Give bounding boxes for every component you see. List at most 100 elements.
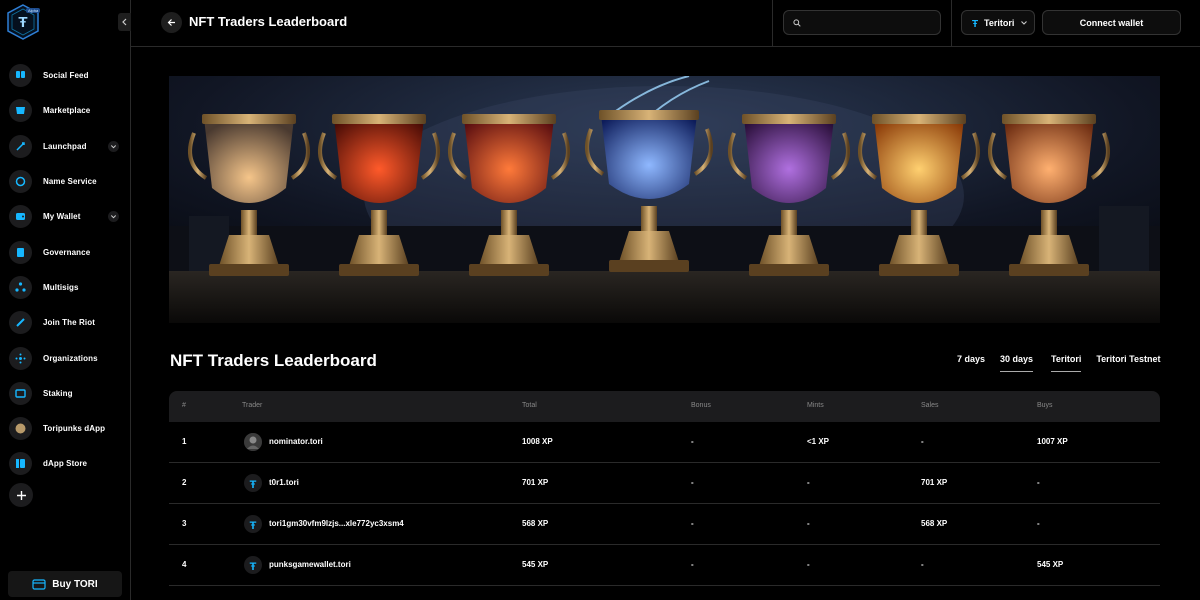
tab-teritori[interactable]: Teritori <box>1051 354 1082 372</box>
cell-buys: - <box>1037 519 1040 528</box>
connect-wallet-button[interactable]: Connect wallet <box>1042 10 1181 35</box>
card-icon <box>32 578 46 590</box>
sidebar-item-label: Marketplace <box>43 106 91 116</box>
wallet-icon <box>9 205 32 229</box>
sidebar: Ŧ Alpha Social Feed Marketplace Launchpad N… <box>0 0 131 600</box>
cell-trader[interactable]: tori1gm30vfm9lzjs...xle772yc3xsm4 <box>269 519 404 528</box>
table-row[interactable]: Ŧ 3 tori1gm30vfm9lzjs...xle772yc3xsm4 568 X… <box>169 504 1160 545</box>
buy-tori-button[interactable]: Buy TORI <box>8 571 122 597</box>
sidebar-item-staking[interactable]: Staking <box>0 376 131 411</box>
svg-text:Ŧ: Ŧ <box>250 561 257 571</box>
search-input[interactable] <box>807 17 927 28</box>
network-label: Teritori <box>984 17 1015 28</box>
sidebar-item-multisigs[interactable]: Multisigs <box>0 270 131 305</box>
organizations-icon <box>9 346 32 370</box>
cell-rank: 3 <box>182 519 187 528</box>
sidebar-item-label: Staking <box>43 388 73 398</box>
cell-bonus: - <box>691 437 694 446</box>
sidebar-item-label: Toripunks dApp <box>43 424 106 434</box>
svg-text:Ŧ: Ŧ <box>250 520 257 530</box>
riot-icon <box>9 311 32 335</box>
cell-mints: - <box>807 519 810 528</box>
network-selector[interactable]: Ŧ Teritori <box>961 10 1035 35</box>
cell-bonus: - <box>691 478 694 487</box>
sidebar-item-label: Launchpad <box>43 141 87 151</box>
period-tabs: 7 days 30 days <box>957 354 1048 372</box>
marketplace-icon <box>9 99 32 123</box>
sidebar-item-label: Multisigs <box>43 282 79 292</box>
cell-buys: - <box>1037 478 1040 487</box>
cell-trader[interactable]: punksgamewallet.tori <box>269 560 351 569</box>
alpha-badge: Alpha <box>26 8 41 13</box>
name-service-icon <box>9 170 32 194</box>
column-header-total: Total <box>522 402 537 409</box>
sidebar-item-label: Social Feed <box>43 71 89 81</box>
cell-sales: - <box>921 560 924 569</box>
search-icon <box>793 18 801 27</box>
tab-teritori-testnet[interactable]: Teritori Testnet <box>1096 354 1160 372</box>
teritori-avatar-icon: Ŧ <box>244 474 262 492</box>
table-row[interactable]: Ŧ 2 t0r1.tori 701 XP - - 701 XP - <box>169 463 1160 504</box>
cell-rank: 1 <box>182 437 187 446</box>
sidebar-item-label: My Wallet <box>43 212 81 222</box>
chevron-down-icon <box>1021 20 1028 25</box>
table-row[interactable]: 1 nominator.tori 1008 XP - <1 XP - 1007 XP <box>169 422 1160 463</box>
teritori-icon: Ŧ <box>972 19 978 28</box>
cell-mints: - <box>807 478 810 487</box>
column-header-sales: Sales <box>921 402 939 409</box>
cell-sales: - <box>921 437 924 446</box>
cell-trader[interactable]: nominator.tori <box>269 437 323 446</box>
collapse-sidebar-button[interactable] <box>118 13 131 31</box>
leaderboard-title: NFT Traders Leaderboard <box>170 351 377 370</box>
teritori-avatar-icon: Ŧ <box>244 556 262 574</box>
sidebar-item-organizations[interactable]: Organizations <box>0 340 131 375</box>
chevron-down-icon[interactable] <box>108 211 119 223</box>
svg-text:Ŧ: Ŧ <box>18 14 27 31</box>
table-row[interactable]: Ŧ 4 punksgamewallet.tori 545 XP - - - 545 XP <box>169 545 1160 586</box>
sidebar-item-marketplace[interactable]: Marketplace <box>0 93 131 128</box>
dapp-store-icon <box>9 452 32 476</box>
sidebar-item-my-wallet[interactable]: My Wallet <box>0 199 131 234</box>
sidebar-item-toripunks-dapp[interactable]: Toripunks dApp <box>0 411 131 446</box>
multisig-icon <box>9 275 32 299</box>
network-tabs: Teritori Teritori Testnet <box>1051 354 1176 372</box>
cell-bonus: - <box>691 519 694 528</box>
cell-total: 1008 XP <box>522 437 553 446</box>
leaderboard-table: # Trader Total Bonus Mints Sales Buys 1 nominat… <box>169 391 1160 586</box>
buy-tori-label: Buy TORI <box>52 578 98 590</box>
sidebar-item-label: Join The Riot <box>43 318 95 328</box>
search-box[interactable] <box>783 10 941 35</box>
tab-30-days[interactable]: 30 days <box>1000 354 1034 372</box>
column-header-bonus: Bonus <box>691 402 711 409</box>
tab-7-days[interactable]: 7 days <box>957 354 985 372</box>
cell-rank: 4 <box>182 560 187 569</box>
cell-sales: 568 XP <box>921 519 948 528</box>
sidebar-item-label: Name Service <box>43 177 97 187</box>
arrow-left-icon <box>167 19 175 26</box>
rocket-icon <box>9 134 32 158</box>
column-header-mints: Mints <box>807 402 824 409</box>
chevron-left-icon <box>121 18 126 26</box>
svg-text:Ŧ: Ŧ <box>972 19 978 28</box>
feed-icon <box>9 64 32 88</box>
sidebar-item-governance[interactable]: Governance <box>0 234 131 269</box>
sidebar-item-name-service[interactable]: Name Service <box>0 164 131 199</box>
chevron-down-icon[interactable] <box>108 140 119 152</box>
teritori-avatar-icon: Ŧ <box>244 515 262 533</box>
leaderboard-banner <box>169 76 1160 323</box>
toripunks-icon <box>9 417 32 441</box>
back-button[interactable] <box>161 12 182 33</box>
sidebar-item-join-the-riot[interactable]: Join The Riot <box>0 305 131 340</box>
plus-icon <box>16 490 26 500</box>
add-dapp-button[interactable] <box>9 483 33 507</box>
sidebar-item-dapp-store[interactable]: dApp Store <box>0 446 131 481</box>
cell-trader[interactable]: t0r1.tori <box>269 478 299 487</box>
user-avatar <box>244 433 262 451</box>
cell-sales: 701 XP <box>921 478 948 487</box>
sidebar-item-launchpad[interactable]: Launchpad <box>0 129 131 164</box>
teritori-logo[interactable]: Ŧ Alpha <box>6 4 41 40</box>
sidebar-item-label: Organizations <box>43 353 98 363</box>
cell-mints: - <box>807 560 810 569</box>
sidebar-item-social-feed[interactable]: Social Feed <box>0 58 131 93</box>
page-title: NFT Traders Leaderboard <box>189 14 348 29</box>
